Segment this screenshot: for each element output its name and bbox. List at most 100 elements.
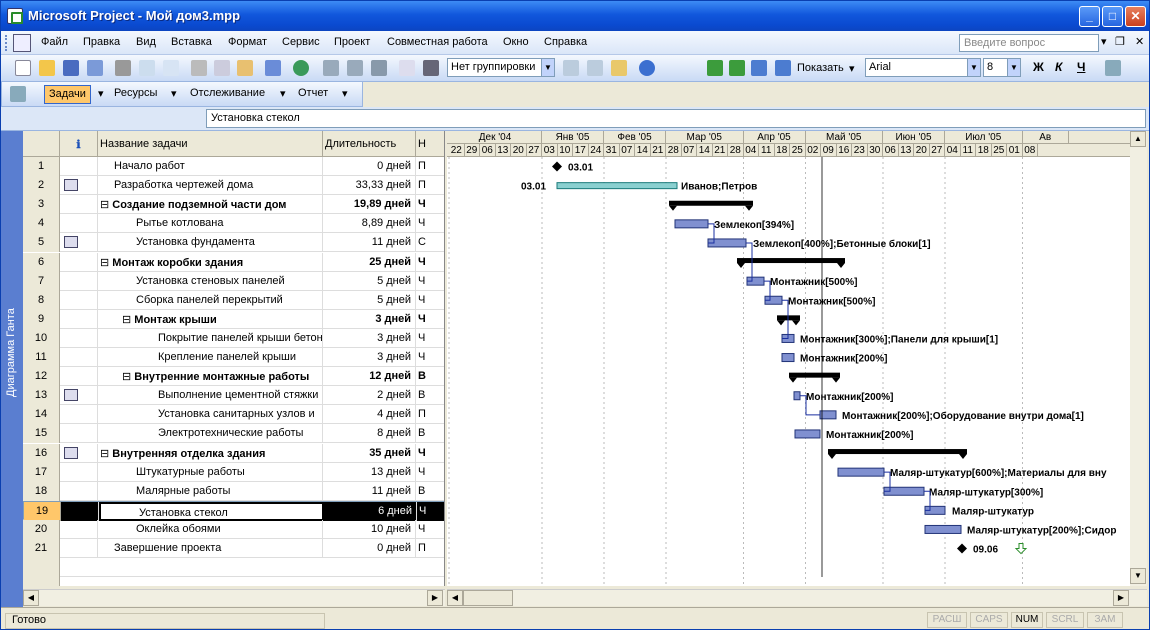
underline-button[interactable]: Ч [1077, 60, 1085, 74]
font-size-select[interactable]: 8 ▼ [983, 58, 1021, 77]
zoom-in-icon[interactable] [563, 60, 579, 76]
print-preview-icon[interactable] [139, 60, 155, 76]
start-cell[interactable]: Ч [416, 310, 444, 329]
task-name-cell[interactable]: Завершение проекта [98, 539, 323, 558]
duration-cell[interactable]: 3 дней [323, 348, 416, 367]
bold-button[interactable]: Ж [1033, 60, 1044, 74]
row-number[interactable]: 17 [23, 462, 60, 482]
task-name-cell[interactable]: Установка стекол [99, 501, 324, 521]
gantt-horizontal-scrollbar[interactable]: ◀ ▶ [447, 589, 1147, 606]
paste-icon[interactable] [237, 60, 253, 76]
collapse-icon[interactable]: ⊟ [100, 257, 112, 269]
empty-row[interactable] [23, 577, 444, 586]
help-icon[interactable] [639, 60, 655, 76]
scroll-left-icon[interactable]: ◀ [23, 590, 39, 606]
duration-cell[interactable]: 12 дней [323, 367, 416, 387]
report-dropdown-icon[interactable]: ▾ [338, 85, 352, 104]
start-cell[interactable]: П [416, 176, 444, 195]
table-row[interactable]: 4 Рытье котлована 8,89 дней Ч [23, 214, 444, 234]
menu-insert[interactable]: Вставка [171, 36, 212, 48]
table-row[interactable]: 17 Штукатурные работы 13 дней Ч [23, 462, 444, 482]
undo-icon[interactable] [265, 60, 281, 76]
row-number[interactable]: 6 [23, 252, 60, 272]
row-number[interactable]: 10 [23, 328, 60, 348]
print-icon[interactable] [115, 60, 131, 76]
duration-cell[interactable]: 11 дней [323, 233, 416, 253]
start-cell[interactable]: П [416, 539, 444, 558]
document-icon[interactable] [13, 34, 31, 52]
start-cell[interactable]: С [416, 233, 444, 252]
task-name-cell[interactable]: Сборка панелей перекрытий [98, 290, 323, 310]
task-name-cell[interactable]: Установка фундамента [98, 233, 323, 253]
menu-tools[interactable]: Сервис [282, 36, 320, 48]
menu-view[interactable]: Вид [136, 36, 156, 48]
row-number[interactable]: 15 [23, 424, 60, 444]
menu-collaborate[interactable]: Совместная работа [387, 36, 488, 48]
row-number[interactable]: 12 [23, 367, 60, 387]
start-cell[interactable]: Ч [416, 253, 444, 272]
tasks-dropdown-icon[interactable]: ▾ [94, 85, 108, 104]
table-row[interactable]: 19 Установка стекол 6 дней Ч [23, 500, 444, 521]
collapse-icon[interactable]: ⊟ [100, 199, 112, 211]
task-notes-icon[interactable] [423, 60, 439, 76]
task-info-icon[interactable] [399, 60, 415, 76]
row-number[interactable]: 5 [23, 233, 60, 253]
resources-dropdown-icon[interactable]: ▾ [167, 85, 181, 104]
task-name-cell[interactable]: ⊟ Монтаж коробки здания [98, 252, 323, 272]
scroll-left-icon[interactable]: ◀ [447, 590, 463, 606]
gantt-vertical-scrollbar[interactable]: ▲ ▼ [1130, 131, 1147, 586]
row-number[interactable]: 16 [23, 443, 60, 463]
hyperlink-icon[interactable] [293, 60, 309, 76]
start-cell[interactable]: Ч [416, 444, 444, 463]
cut-icon[interactable] [191, 60, 207, 76]
duration-cell[interactable]: 19,89 дней [323, 195, 416, 215]
start-cell[interactable]: Ч [416, 329, 444, 348]
view-tasks-button[interactable]: Задачи [44, 85, 91, 104]
row-number[interactable]: 13 [23, 386, 60, 406]
scroll-to-task-icon[interactable] [611, 60, 627, 76]
table-row[interactable]: 21 Завершение проекта 0 дней П [23, 539, 444, 558]
start-cell[interactable]: П [416, 405, 444, 424]
table-row[interactable]: 6 ⊟ Монтаж коробки здания 25 дней Ч [23, 252, 444, 272]
start-cell[interactable]: Ч [416, 272, 444, 291]
duration-cell[interactable]: 33,33 дней [323, 176, 416, 196]
table-row[interactable]: 16 ⊟ Внутренняя отделка здания 35 дней Ч [23, 443, 444, 463]
duration-cell[interactable]: 8 дней [323, 424, 416, 444]
entry-field[interactable]: Установка стекол [206, 109, 1146, 128]
task-name-cell[interactable]: Покрытие панелей крыши бетон [98, 328, 323, 348]
duration-cell[interactable]: 3 дней [323, 309, 416, 329]
duration-cell[interactable]: 0 дней [323, 539, 416, 558]
zoom-out-icon[interactable] [587, 60, 603, 76]
start-cell[interactable]: Ч [417, 501, 444, 521]
start-cell[interactable]: В [416, 482, 444, 501]
row-number[interactable]: 20 [23, 519, 60, 539]
table-row[interactable]: 12 ⊟ Внутренние монтажные работы 12 дней В [23, 367, 444, 387]
start-cell[interactable]: Ч [416, 520, 444, 539]
menu-format[interactable]: Формат [228, 36, 267, 48]
link-tasks-icon[interactable] [323, 60, 339, 76]
restore-doc-icon[interactable]: ❐ [1115, 35, 1125, 48]
duration-cell[interactable]: 4 дней [323, 405, 416, 425]
save-icon[interactable] [63, 60, 79, 76]
start-cell[interactable]: Ч [416, 291, 444, 310]
duration-cell[interactable]: 8,89 дней [323, 214, 416, 234]
task-name-cell[interactable]: Установка санитарных узлов и [98, 405, 323, 425]
menu-edit[interactable]: Правка [83, 36, 120, 48]
task-name-cell[interactable]: ⊟ Монтаж крыши [98, 309, 323, 329]
close-button[interactable]: ✕ [1125, 6, 1146, 27]
scroll-up-icon[interactable]: ▲ [1130, 131, 1146, 147]
duration-cell[interactable]: 11 дней [323, 481, 416, 501]
table-row[interactable]: 13 Выполнение цементной стяжки 2 дней В [23, 386, 444, 406]
italic-button[interactable]: К [1055, 60, 1062, 74]
start-cell[interactable]: Ч [416, 214, 444, 233]
outdent-icon[interactable] [707, 60, 723, 76]
task-name-cell[interactable]: Выполнение цементной стяжки [98, 386, 323, 406]
task-name-cell[interactable]: Крепление панелей крыши [98, 348, 323, 367]
row-header-corner[interactable] [23, 131, 60, 157]
row-number[interactable]: 2 [23, 176, 60, 196]
show-subtasks-icon[interactable] [751, 60, 767, 76]
show-dropdown-icon[interactable]: ▾ [849, 62, 855, 75]
copy-icon[interactable] [214, 60, 230, 76]
start-cell[interactable]: В [416, 367, 444, 386]
table-row[interactable]: 8 Сборка панелей перекрытий 5 дней Ч [23, 290, 444, 310]
